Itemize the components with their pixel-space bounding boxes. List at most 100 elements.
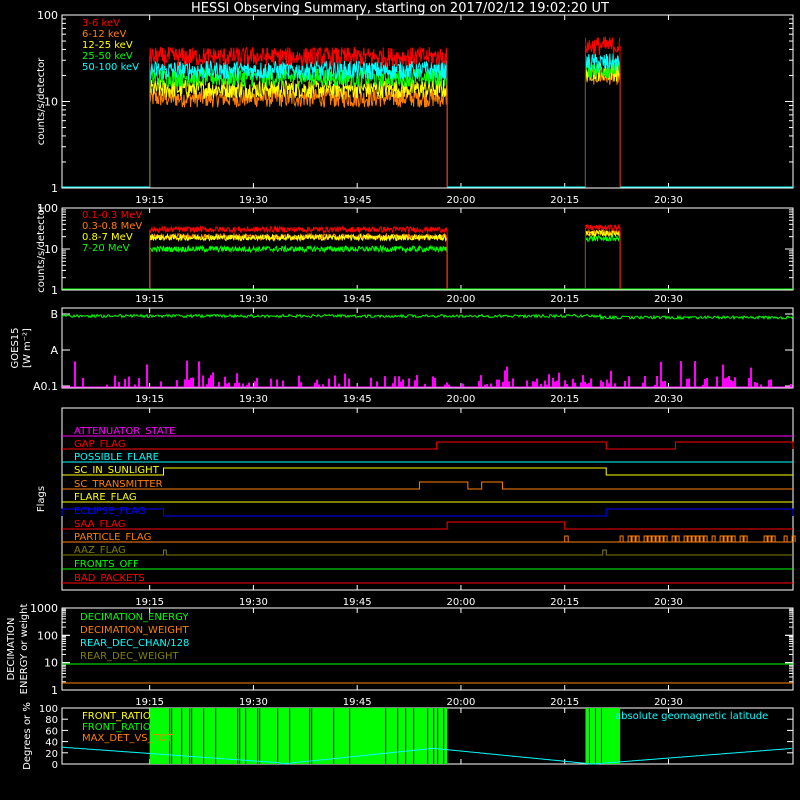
- panel2-ylabel: counts/s/detector: [36, 204, 47, 292]
- goes-spike: [248, 382, 250, 387]
- goes-spike: [188, 379, 190, 387]
- goes-spike: [344, 373, 346, 387]
- goes-spike: [728, 375, 730, 387]
- goes-spike: [554, 381, 556, 387]
- goes-spike: [552, 377, 554, 387]
- x-tick-label: 20:15: [550, 597, 579, 608]
- goes-spike: [502, 381, 504, 387]
- goes-spike: [300, 382, 302, 387]
- x-tick-label: 19:45: [343, 697, 372, 708]
- y-tick-label: 80: [45, 715, 58, 726]
- panel3-ylabel-units: [W m⁻²]: [22, 328, 33, 368]
- goes-spike: [228, 382, 230, 387]
- y-tick-label: A: [50, 344, 58, 357]
- goes-spike: [402, 379, 404, 387]
- goes-spike: [548, 374, 550, 387]
- goes-spike: [536, 378, 538, 387]
- y-tick-label: 1: [51, 284, 58, 297]
- goes-spike: [202, 375, 204, 387]
- goes-spike: [348, 378, 350, 387]
- goes-spike: [328, 378, 330, 387]
- x-tick-label: 20:30: [654, 697, 683, 708]
- goes-spike: [724, 378, 726, 387]
- goes-spike: [662, 381, 664, 387]
- x-tick-label: 19:45: [343, 597, 372, 608]
- flag-label: BAD_PACKETS: [74, 573, 145, 584]
- goes-spike: [316, 379, 318, 387]
- goes-spike: [656, 375, 658, 387]
- flag-label: POSSIBLE_FLARE: [74, 452, 159, 463]
- goes-spike: [664, 380, 666, 387]
- goes-spike: [416, 375, 418, 387]
- goes-spike: [730, 379, 732, 387]
- goes-spike: [706, 377, 708, 387]
- goes-spike: [124, 379, 126, 387]
- x-tick-label: 19:30: [239, 597, 268, 608]
- goes-spike: [218, 381, 220, 387]
- goes-spike: [584, 381, 586, 387]
- goes-spike: [732, 381, 734, 387]
- goes-spike: [398, 376, 400, 387]
- goes-spike: [588, 382, 590, 387]
- goes-spike: [608, 383, 610, 387]
- goes-spike: [526, 380, 528, 387]
- goes-spike: [572, 378, 574, 387]
- goes-spike: [212, 372, 214, 387]
- series-line-3-6 keV: [149, 46, 448, 68]
- goes-spike: [82, 377, 84, 387]
- legend-item: 0.1-0.3 MeV: [82, 210, 142, 221]
- y-tick-label: 1: [51, 182, 58, 195]
- goes-spike: [276, 379, 278, 387]
- y-tick-label: 20: [45, 749, 58, 760]
- y-tick-label: 40: [45, 738, 58, 749]
- goes-spike: [414, 380, 416, 387]
- goes-spike: [434, 377, 436, 387]
- goes-spike: [490, 383, 492, 387]
- goes-spike: [446, 382, 448, 387]
- legend-item: 50-100 keV: [82, 62, 139, 73]
- goes-spike: [532, 381, 534, 387]
- goes-flux-line: [61, 313, 794, 321]
- goes-spike: [298, 375, 300, 387]
- goes-spike: [160, 381, 162, 387]
- y-tick-label: 60: [45, 726, 58, 737]
- goes-spike: [508, 381, 510, 387]
- goes-spike: [74, 361, 76, 387]
- goes-spike: [748, 378, 750, 387]
- goes-spike: [270, 378, 272, 387]
- goes-spike: [686, 378, 688, 387]
- goes-spike: [226, 383, 228, 387]
- goes-spike: [394, 376, 396, 387]
- x-tick-label: 19:30: [239, 394, 268, 405]
- panel1-ylabel: counts/s/detector: [36, 57, 47, 145]
- goes-spike: [238, 382, 240, 387]
- goes-spike: [118, 381, 120, 387]
- goes-spike: [282, 380, 284, 387]
- x-tick-label: 20:15: [550, 697, 579, 708]
- x-tick-label: 19:30: [239, 195, 268, 206]
- goes-spike: [384, 376, 386, 387]
- x-tick-label: 19:15: [135, 697, 164, 708]
- goes-spike: [768, 379, 770, 387]
- goes-spike: [582, 375, 584, 387]
- flag-line: [62, 481, 793, 490]
- legend-item: 6-12 keV: [82, 29, 126, 40]
- goes-spike: [704, 379, 706, 387]
- flag-label: ECLIPSE_FLAG: [74, 506, 145, 517]
- goes-spike: [498, 379, 500, 387]
- panel5-ylabel2: ENERGY or weight: [19, 604, 30, 695]
- x-tick-label: 19:15: [135, 294, 164, 305]
- goes-spike: [642, 382, 644, 387]
- x-tick-label: 20:15: [550, 294, 579, 305]
- flag-line: [61, 508, 794, 517]
- goes-spike: [256, 377, 258, 387]
- goes-spike: [544, 380, 546, 387]
- legend-item: DECIMATION_WEIGHT: [80, 625, 189, 636]
- y-tick-label: 0: [52, 760, 58, 771]
- legend-item: 3-6 keV: [82, 18, 120, 29]
- goes-spike: [512, 378, 514, 387]
- panel5-ylabel: DECIMATION: [6, 617, 17, 680]
- legend-item: FRONT_RATIO: [82, 711, 151, 722]
- goes-spike: [186, 360, 188, 387]
- goes-spike: [314, 382, 316, 387]
